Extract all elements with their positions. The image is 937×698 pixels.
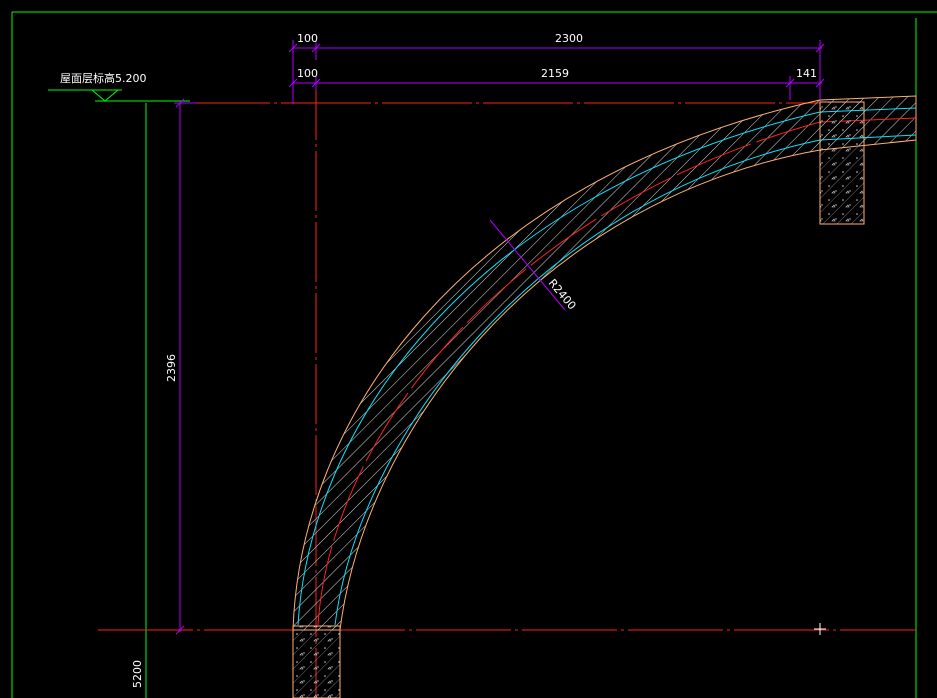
dim-5200: 5200 (131, 660, 144, 688)
cad-drawing-canvas[interactable]: 屋面层标高5.200 100 2300 100 2159 141 2396 52… (0, 0, 937, 698)
dim-100-upper: 100 (297, 32, 318, 45)
crosshair-icon (814, 623, 826, 635)
dim-2159: 2159 (541, 67, 569, 80)
dim-100-lower: 100 (297, 67, 318, 80)
level-label: 屋面层标高5.200 (60, 71, 147, 85)
dim-141: 141 (796, 67, 817, 80)
top-dimension-texts: 100 2300 100 2159 141 (297, 32, 817, 80)
dim-2300: 2300 (555, 32, 583, 45)
dim-2396: 2396 (165, 354, 178, 382)
axis-lines (98, 80, 916, 698)
level-marker: 屋面层标高5.200 (48, 71, 190, 102)
